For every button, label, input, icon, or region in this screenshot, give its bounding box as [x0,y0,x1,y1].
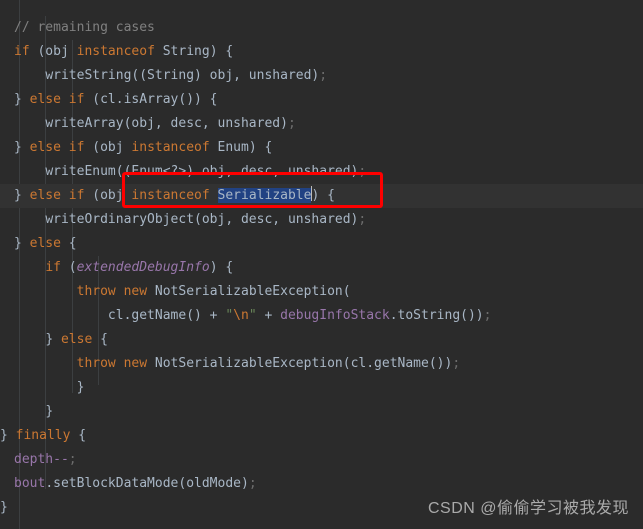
code-editor-viewport[interactable]: // remaining cases if (obj instanceof St… [0,0,643,529]
code-line-11[interactable]: if (extendedDebugInfo) { [0,256,643,280]
code-line-1[interactable]: // remaining cases [0,16,643,40]
code-line-4[interactable]: } else if (cl.isArray()) { [0,88,643,112]
keyword-else: else [29,236,61,251]
semicolon-token: ; [358,164,367,179]
code-line-14[interactable]: } else { [0,328,643,352]
text-token: (obj [84,188,132,203]
code-line-17[interactable]: } [0,400,643,424]
brace-token: } [76,380,85,395]
method-call-token: writeEnum((Enum<?>) obj, desc, unshared) [45,164,359,179]
type-token: NotSerializableException( [147,284,351,299]
escape-sequence-token: \n [233,308,249,323]
code-line-13[interactable]: cl.getName() + "\n" + debugInfoStack.toS… [0,304,643,328]
code-line-15[interactable]: throw new NotSerializableException(cl.ge… [0,352,643,376]
csdn-watermark: CSDN @偷偷学习被我发现 [427,500,629,517]
brace-token: } [45,332,61,347]
brace-token: } [0,428,16,443]
brace-token: } [14,188,30,203]
keyword-throw: throw [76,356,116,371]
operator-decrement: -- [53,452,69,467]
code-line-19[interactable]: depth--; [0,448,643,472]
text-token: ( [60,260,77,275]
brace-token: } [14,236,30,251]
code-line-20[interactable]: bout.setBlockDataMode(oldMode); [0,472,643,496]
keyword-instanceof: instanceof [131,188,210,203]
method-call-token: .setBlockDataMode(oldMode) [45,476,249,491]
keyword-else: else [29,140,61,155]
brace-token: } [14,92,30,107]
type-token: String) { [154,44,234,59]
code-lines-container[interactable]: // remaining cases if (obj instanceof St… [0,16,643,520]
code-line-18[interactable]: } finally { [0,424,643,448]
code-line-12[interactable]: throw new NotSerializableException( [0,280,643,304]
method-call-token: writeArray(obj, desc, unshared) [45,116,288,131]
type-token: NotSerializableException(cl.getName()) [147,356,453,371]
text-token: { [92,332,108,347]
code-line-10[interactable]: } else { [0,232,643,256]
method-call-token: writeString((String) obj, unshared) [45,68,320,83]
text-token: { [60,236,77,251]
semicolon-token: ; [287,116,296,131]
method-call-token: writeOrdinaryObject(obj, desc, unshared) [45,212,359,227]
keyword-else: else [29,92,61,107]
code-line-8-selected[interactable]: } else if (obj instanceof Serializable) … [0,184,643,208]
semicolon-token: ; [248,476,257,491]
string-quote-close: " [248,308,257,323]
keyword-instanceof: instanceof [131,140,210,155]
text-token: .toString()) [389,308,484,323]
text-token: ) { [209,260,234,275]
code-line-6[interactable]: } else if (obj instanceof Enum) { [0,136,643,160]
keyword-instanceof: instanceof [76,44,155,59]
keyword-else: else [60,332,93,347]
field-debuginfostack: debugInfoStack [280,308,390,323]
text-token: ) { [311,188,335,203]
code-line-3[interactable]: writeString((String) obj, unshared); [0,64,643,88]
method-call-token: cl.getName() + [107,308,226,323]
text-token: (obj [84,140,132,155]
comment-token: // remaining cases [14,20,155,35]
code-line-9[interactable]: writeOrdinaryObject(obj, desc, unshared)… [0,208,643,232]
string-quote-open: " [225,308,234,323]
brace-token: } [0,500,8,515]
semicolon-token: ; [452,356,461,371]
field-depth: depth [14,452,54,467]
semicolon-token: ; [358,212,367,227]
type-token: Enum) { [209,140,273,155]
semicolon-token: ; [68,452,77,467]
keyword-else: else [29,188,61,203]
brace-token: } [45,404,54,419]
text-token: (obj [29,44,77,59]
semicolon-token: ; [319,68,328,83]
keyword-finally: finally [15,428,71,443]
field-extendeddebuginfo: extendedDebugInfo [76,260,210,275]
keyword-new: new [123,356,148,371]
code-line-7[interactable]: writeEnum((Enum<?>) obj, desc, unshared)… [0,160,643,184]
keyword-if: if [68,92,85,107]
code-line-16[interactable]: } [0,376,643,400]
code-line-2[interactable]: if (obj instanceof String) { [0,40,643,64]
keyword-if: if [45,260,61,275]
selected-text-serializable[interactable]: Serializable [217,188,312,203]
keyword-if: if [68,140,85,155]
operator-token: + [256,308,281,323]
keyword-new: new [123,284,148,299]
field-bout: bout [14,476,46,491]
brace-token: } [14,140,30,155]
semicolon-token: ; [483,308,492,323]
keyword-if: if [68,188,85,203]
text-token: (cl.isArray()) { [84,92,218,107]
keyword-if: if [14,44,30,59]
text-token: { [70,428,87,443]
code-line-5[interactable]: writeArray(obj, desc, unshared); [0,112,643,136]
keyword-throw: throw [76,284,116,299]
